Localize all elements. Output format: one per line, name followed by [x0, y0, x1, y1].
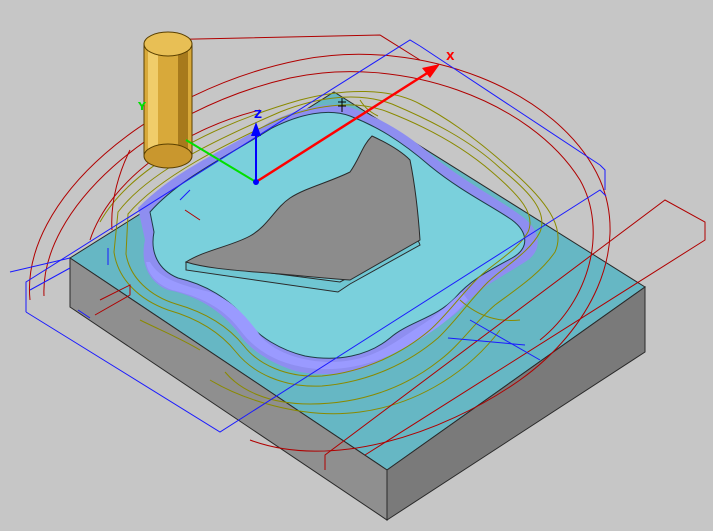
viewport-scene[interactable]: X Y Z	[0, 0, 713, 531]
y-axis-label: Y	[137, 100, 147, 113]
tool-bottom-cap	[143, 143, 193, 169]
x-axis-label: X	[446, 50, 455, 63]
tool-top-cap	[143, 31, 193, 57]
cam-3d-viewport[interactable]: X Y Z	[0, 0, 713, 531]
cutting-tool[interactable]	[143, 31, 193, 169]
axis-origin	[253, 179, 259, 185]
z-axis-label: Z	[254, 108, 262, 121]
